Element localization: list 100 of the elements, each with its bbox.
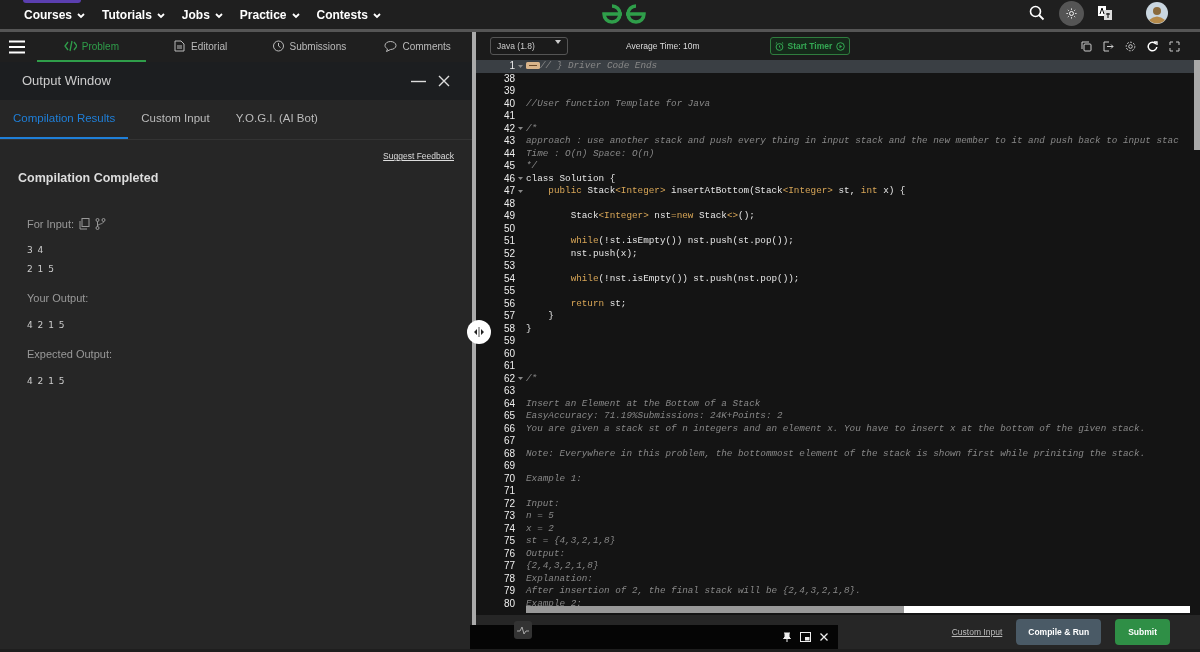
line-number: 79 — [502, 585, 516, 598]
problem-tab[interactable]: Editorial — [145, 32, 255, 62]
fold-arrow-icon[interactable] — [517, 126, 523, 132]
start-timer-button[interactable]: Start Timer — [769, 36, 851, 56]
line-number: 50 — [502, 222, 516, 235]
line-number: 54 — [502, 272, 516, 285]
line-number: 1 — [508, 60, 516, 73]
line-number: 40 — [502, 97, 516, 110]
output-value: 4 2 1 5 — [27, 318, 67, 332]
window-title: Output Window — [22, 72, 111, 91]
feedback-link[interactable]: Suggest Feedback — [383, 150, 454, 163]
line-number: 76 — [502, 547, 516, 560]
output-label: For Input: — [27, 216, 75, 232]
fold-arrow-icon[interactable] — [517, 188, 523, 194]
line-number: 43 — [502, 135, 516, 148]
line-number: 61 — [502, 360, 516, 373]
fold-arrow-icon[interactable] — [517, 63, 523, 69]
code-line: nst.push(x); — [569, 247, 638, 259]
line-number: 72 — [502, 497, 516, 510]
fold-arrow-icon[interactable] — [517, 376, 523, 382]
code-line: public Stack<Integer> insertAtBottom(Stack<Integer> st, int x) { — [547, 185, 906, 196]
nav-menu[interactable]: Courses — [24, 0, 87, 24]
compile-run-button[interactable]: Compile & Run — [1016, 618, 1102, 646]
line-number: 73 — [502, 510, 516, 523]
line-number: 74 — [502, 522, 516, 535]
app-icon[interactable] — [514, 621, 532, 639]
nav-menu[interactable]: Practice — [239, 0, 301, 24]
output-value: 4 2 1 5 — [27, 374, 67, 388]
problem-tab[interactable]: Submissions — [254, 32, 364, 62]
output-tab[interactable]: Y.O.G.I. (AI Bot) — [222, 100, 331, 140]
search-icon[interactable] — [1029, 5, 1045, 21]
menu-icon[interactable] — [9, 40, 25, 54]
folded-code-icon[interactable] — [526, 62, 540, 70]
code-line: approach : use another stack and push every thing in input stack and the new member to it and push back to input stac — [526, 135, 1179, 146]
caret-icon — [555, 39, 561, 44]
branch-icon[interactable] — [95, 218, 107, 230]
code-line: Output: — [526, 547, 566, 559]
language-dropdown[interactable]: Java (1.8) — [490, 36, 568, 56]
code-line: Note: Everywhere in this problem, the bottommost element of the stack is shown first while priniting the stack. — [526, 447, 1146, 459]
line-number: 56 — [502, 297, 516, 310]
line-number: 69 — [502, 460, 516, 473]
settings-icon[interactable] — [1125, 40, 1136, 52]
copy-icon[interactable] — [79, 218, 91, 230]
fold-arrow-icon[interactable] — [517, 176, 523, 182]
line-number: 64 — [502, 397, 516, 410]
exit-icon[interactable] — [1103, 40, 1114, 52]
code-line: Time : O(n) Space: O(n) — [526, 147, 655, 159]
code-line: Insert an Element at the Bottom of a Stack — [526, 397, 761, 409]
code-line: } — [526, 322, 532, 334]
line-number: 49 — [502, 210, 516, 223]
copy-icon[interactable] — [1081, 40, 1092, 52]
minimize-icon[interactable] — [411, 79, 426, 83]
line-number: 70 — [502, 472, 516, 485]
problem-tab[interactable]: Comments — [363, 32, 472, 62]
line-number: 45 — [502, 160, 516, 173]
code-line: while(!st.isEmpty()) nst.push(st.pop()); — [569, 235, 794, 246]
line-number: 63 — [502, 385, 516, 398]
output-tab[interactable]: Custom Input — [128, 100, 223, 140]
translate-icon[interactable] — [1098, 6, 1112, 20]
code-line: class Solution { — [526, 172, 616, 184]
submit-button[interactable]: Submit — [1115, 618, 1170, 646]
line-number: 58 — [502, 322, 516, 335]
chat-icon — [384, 40, 398, 52]
avatar-icon[interactable] — [1146, 2, 1168, 24]
code-line: x = 2 — [526, 522, 554, 534]
code-line: Stack<Integer> nst=new Stack<>(); — [569, 210, 755, 221]
theme-toggle-button[interactable] — [1059, 0, 1084, 26]
line-number: 71 — [502, 485, 516, 498]
code-line: EasyAccuracy: 71.19%Submissions: 24K+Points: 2 — [526, 410, 783, 421]
line-number: 42 — [502, 122, 516, 135]
close-icon[interactable] — [438, 75, 450, 87]
code-line: Explanation: — [526, 572, 593, 584]
output-tab[interactable]: Compilation Results — [0, 100, 129, 140]
nav-menu[interactable]: Contests — [316, 0, 382, 24]
code-line: // } Driver Code Ends — [540, 60, 658, 71]
close-icon[interactable] — [820, 633, 828, 641]
chevron-down-icon — [290, 10, 301, 20]
custom-input-link[interactable]: Custom Input — [951, 625, 1003, 639]
pin-icon[interactable] — [783, 632, 791, 642]
line-number: 78 — [502, 572, 516, 585]
scrollbar-thumb[interactable] — [526, 606, 905, 613]
logo-icon — [599, 2, 648, 26]
code-line: Example 2: — [526, 597, 582, 609]
picture-in-picture-icon[interactable] — [800, 632, 811, 642]
line-number: 80 — [502, 597, 516, 610]
fullscreen-icon[interactable] — [1169, 40, 1180, 52]
chevron-down-icon — [76, 10, 87, 20]
line-number: 57 — [502, 310, 516, 323]
refresh-icon[interactable] — [1147, 40, 1158, 52]
line-number: 48 — [502, 197, 516, 210]
line-number: 67 — [502, 435, 516, 448]
line-number: 68 — [502, 447, 516, 460]
code-line: Example 1: — [526, 472, 582, 484]
chevron-down-icon — [155, 10, 166, 20]
horizontal-scrollbar[interactable] — [526, 606, 1190, 613]
nav-menu[interactable]: Tutorials — [102, 0, 166, 24]
line-number: 44 — [502, 147, 516, 160]
vertical-scrollbar[interactable] — [1194, 60, 1200, 150]
code-line: After insertion of 2, the final stack will be {2,4,3,2,1,8}. — [526, 585, 861, 596]
nav-menu[interactable]: Jobs — [181, 0, 224, 24]
